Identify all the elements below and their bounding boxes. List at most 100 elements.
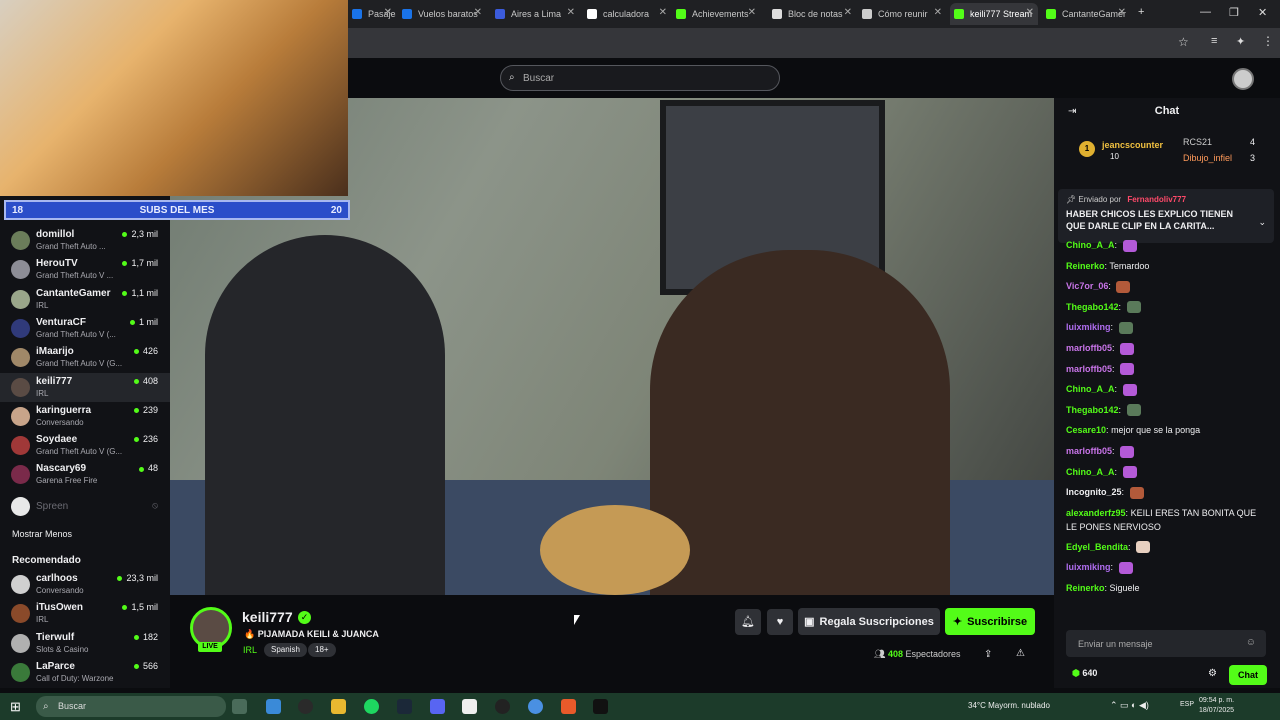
browser-tab[interactable]: CantanteGamer ✕ — [1042, 3, 1130, 25]
chat-username[interactable]: marloffb05 — [1066, 446, 1112, 456]
browser-tab[interactable]: keili777 Stream ✕ — [950, 3, 1038, 25]
sidebar-item-laparce[interactable]: LaParce Call of Duty: Warzone 566 — [0, 658, 170, 687]
emoji-icon[interactable]: ☺ — [1246, 637, 1256, 648]
tab-close-icon[interactable]: ✕ — [844, 7, 852, 18]
close-window-icon[interactable]: ✕ — [1258, 6, 1267, 19]
chat-message[interactable]: Chino_A_A: — [1066, 382, 1266, 396]
sidebar-item-soydaee[interactable]: Soydaee Grand Theft Auto V (G... 236 — [0, 431, 170, 460]
tab-close-icon[interactable]: ✕ — [567, 7, 575, 18]
gift-subs-button[interactable]: ▣ Regala Suscripciones — [798, 608, 940, 635]
chat-message[interactable]: marloffb05: — [1066, 341, 1266, 355]
tab-close-icon[interactable]: ✕ — [1118, 7, 1126, 18]
sidebar-item-itusowen[interactable]: iTusOwen IRL 1,5 mil — [0, 599, 170, 628]
report-icon[interactable]: ⚠ — [1016, 648, 1025, 659]
tray-icons[interactable]: ⌃ ▭ ◐ ◀) — [1110, 700, 1149, 711]
obs-icon[interactable] — [298, 699, 313, 714]
chat-message[interactable]: luixmiking: — [1066, 560, 1266, 575]
tab-close-icon[interactable]: ✕ — [659, 7, 667, 18]
sidebar-item-nascary69[interactable]: Nascary69 Garena Free Fire 48 — [0, 460, 170, 489]
maximize-icon[interactable]: ❐ — [1229, 6, 1239, 19]
expand-chevron-icon[interactable]: ⌄ — [1258, 217, 1266, 228]
sidebar-item-karinguerra[interactable]: karinguerra Conversando 239 — [0, 402, 170, 431]
chat-message[interactable]: alexanderfz95: KEILI ERES TAN BONITA QUE… — [1066, 506, 1266, 534]
sidebar-item-tierwulf[interactable]: Tierwulf Slots & Casino 182 — [0, 629, 170, 658]
tag-age[interactable]: 18+ — [308, 643, 336, 657]
spotify-icon[interactable] — [364, 699, 379, 714]
sidebar-item-heroutv[interactable]: HerouTV Grand Theft Auto V ... 1,7 mil — [0, 255, 170, 284]
chat-username[interactable]: Chino_A_A — [1066, 240, 1115, 250]
chat-message[interactable]: Thegabo142: — [1066, 403, 1266, 417]
new-tab-button[interactable]: + — [1138, 6, 1144, 18]
steam-icon[interactable] — [397, 699, 412, 714]
chat-message[interactable]: marloffb05: — [1066, 444, 1266, 458]
reading-list-icon[interactable]: ≡ — [1211, 35, 1217, 47]
tab-close-icon[interactable]: ✕ — [934, 7, 942, 18]
chat-username[interactable]: Chino_A_A — [1066, 384, 1115, 394]
chat-username[interactable]: Cesare10 — [1066, 425, 1106, 435]
chat-message[interactable]: Reinerko: Temardoo — [1066, 259, 1266, 273]
chat-username[interactable]: luixmiking — [1066, 562, 1111, 572]
taskbar-search[interactable]: ⌕ Buscar — [36, 696, 226, 717]
chat-message[interactable]: Reinerko: Siguele — [1066, 581, 1266, 595]
chat-message[interactable]: Chino_A_A: — [1066, 238, 1266, 252]
browser-tab[interactable]: Pasajes baratos✕ — [348, 3, 396, 25]
channel-points[interactable]: ⬢ 640 — [1072, 668, 1097, 679]
chat-username[interactable]: Vic7or_06 — [1066, 281, 1108, 291]
sidebar-item-imaarijo[interactable]: iMaarijo Grand Theft Auto V (G... 426 — [0, 343, 170, 372]
chat-username[interactable]: Chino_A_A — [1066, 467, 1115, 477]
browser-tab[interactable]: Vuelos baratos ✕ — [398, 3, 486, 25]
browser-tab[interactable]: Achievements ✕ — [672, 3, 760, 25]
subscribe-button[interactable]: ✦ Suscribirse — [945, 608, 1035, 635]
sidebar-item-spreen[interactable]: Spreen ⦸ — [0, 492, 170, 521]
pinned-message[interactable]: 📌︎ Enviado por Fernandoliv777 HABER CHIC… — [1058, 189, 1274, 243]
sidebar-item-carlhoos[interactable]: carlhoos Conversando 23,3 mil — [0, 570, 170, 599]
app-icon[interactable] — [462, 699, 477, 714]
chat-username[interactable]: alexanderfz95 — [1066, 508, 1126, 518]
extension-icon[interactable]: ✦ — [1236, 35, 1245, 48]
chat-message[interactable]: Chino_A_A: — [1066, 465, 1266, 479]
chat-username[interactable]: marloffb05 — [1066, 343, 1112, 353]
bookmark-star-icon[interactable]: ☆ — [1178, 35, 1189, 49]
chat-username[interactable]: Incognito_25 — [1066, 487, 1122, 497]
weather-widget[interactable]: 34°C Mayorm. nublado — [968, 701, 1050, 710]
chat-username[interactable]: Thegabo142 — [1066, 302, 1119, 312]
sidebar-item-domillol[interactable]: domillol Grand Theft Auto ... 2,3 mil — [0, 226, 170, 255]
language-indicator[interactable]: ESP — [1180, 701, 1194, 708]
chrome-icon[interactable] — [528, 699, 543, 714]
browser-tab[interactable]: Cómo reunir ✕ — [858, 3, 946, 25]
chat-message[interactable]: Edyel_Bendita: — [1066, 540, 1266, 554]
share-icon[interactable]: ⇪ — [984, 649, 992, 660]
user-avatar[interactable] — [1232, 68, 1254, 90]
tab-close-icon[interactable]: ✕ — [474, 7, 482, 18]
browser-tab[interactable]: Aires a Lima ✕ — [491, 3, 579, 25]
chat-input[interactable]: Enviar un mensaje ☺ — [1066, 630, 1266, 657]
app3-icon[interactable] — [561, 699, 576, 714]
search-input[interactable]: ⌕ Buscar — [500, 65, 780, 91]
windows-start-icon[interactable]: ⊞ — [10, 699, 21, 715]
stream-category[interactable]: IRL — [243, 645, 257, 655]
chat-message[interactable]: Incognito_25: — [1066, 485, 1266, 499]
tiktok-icon[interactable] — [593, 699, 608, 714]
app2-icon[interactable] — [495, 699, 510, 714]
chat-username[interactable]: Reinerko — [1066, 261, 1105, 271]
follow-heart-icon[interactable]: ♥ — [767, 609, 793, 635]
browser-tab[interactable]: Bloc de notas ✕ — [768, 3, 856, 25]
chat-username[interactable]: Reinerko — [1066, 583, 1105, 593]
sidebar-item-venturacf[interactable]: VenturaCF Grand Theft Auto V (... 1 mil — [0, 314, 170, 343]
browser-tab[interactable]: calculadora ✕ — [583, 3, 671, 25]
show-less-button[interactable]: Mostrar Menos — [12, 529, 72, 539]
sidebar-item-cantantegamer[interactable]: CantanteGamer IRL 1,1 mil — [0, 285, 170, 314]
chat-username[interactable]: luixmiking — [1066, 322, 1111, 332]
channel-name[interactable]: keili777 — [242, 609, 293, 625]
chat-username[interactable]: marloffb05 — [1066, 364, 1112, 374]
chat-username[interactable]: Edyel_Bendita — [1066, 542, 1128, 552]
chat-send-button[interactable]: Chat — [1229, 665, 1267, 685]
menu-icon[interactable]: ⋮ — [1262, 34, 1274, 48]
chat-message[interactable]: Cesare10: mejor que se la ponga — [1066, 423, 1266, 437]
task-view-icon[interactable] — [232, 699, 247, 714]
chat-message[interactable]: marloffb05: — [1066, 362, 1266, 376]
discord-icon[interactable] — [430, 699, 445, 714]
minimize-icon[interactable]: — — [1200, 6, 1211, 18]
tab-close-icon[interactable]: ✕ — [384, 7, 392, 18]
chat-settings-icon[interactable]: ⚙ — [1208, 668, 1217, 679]
